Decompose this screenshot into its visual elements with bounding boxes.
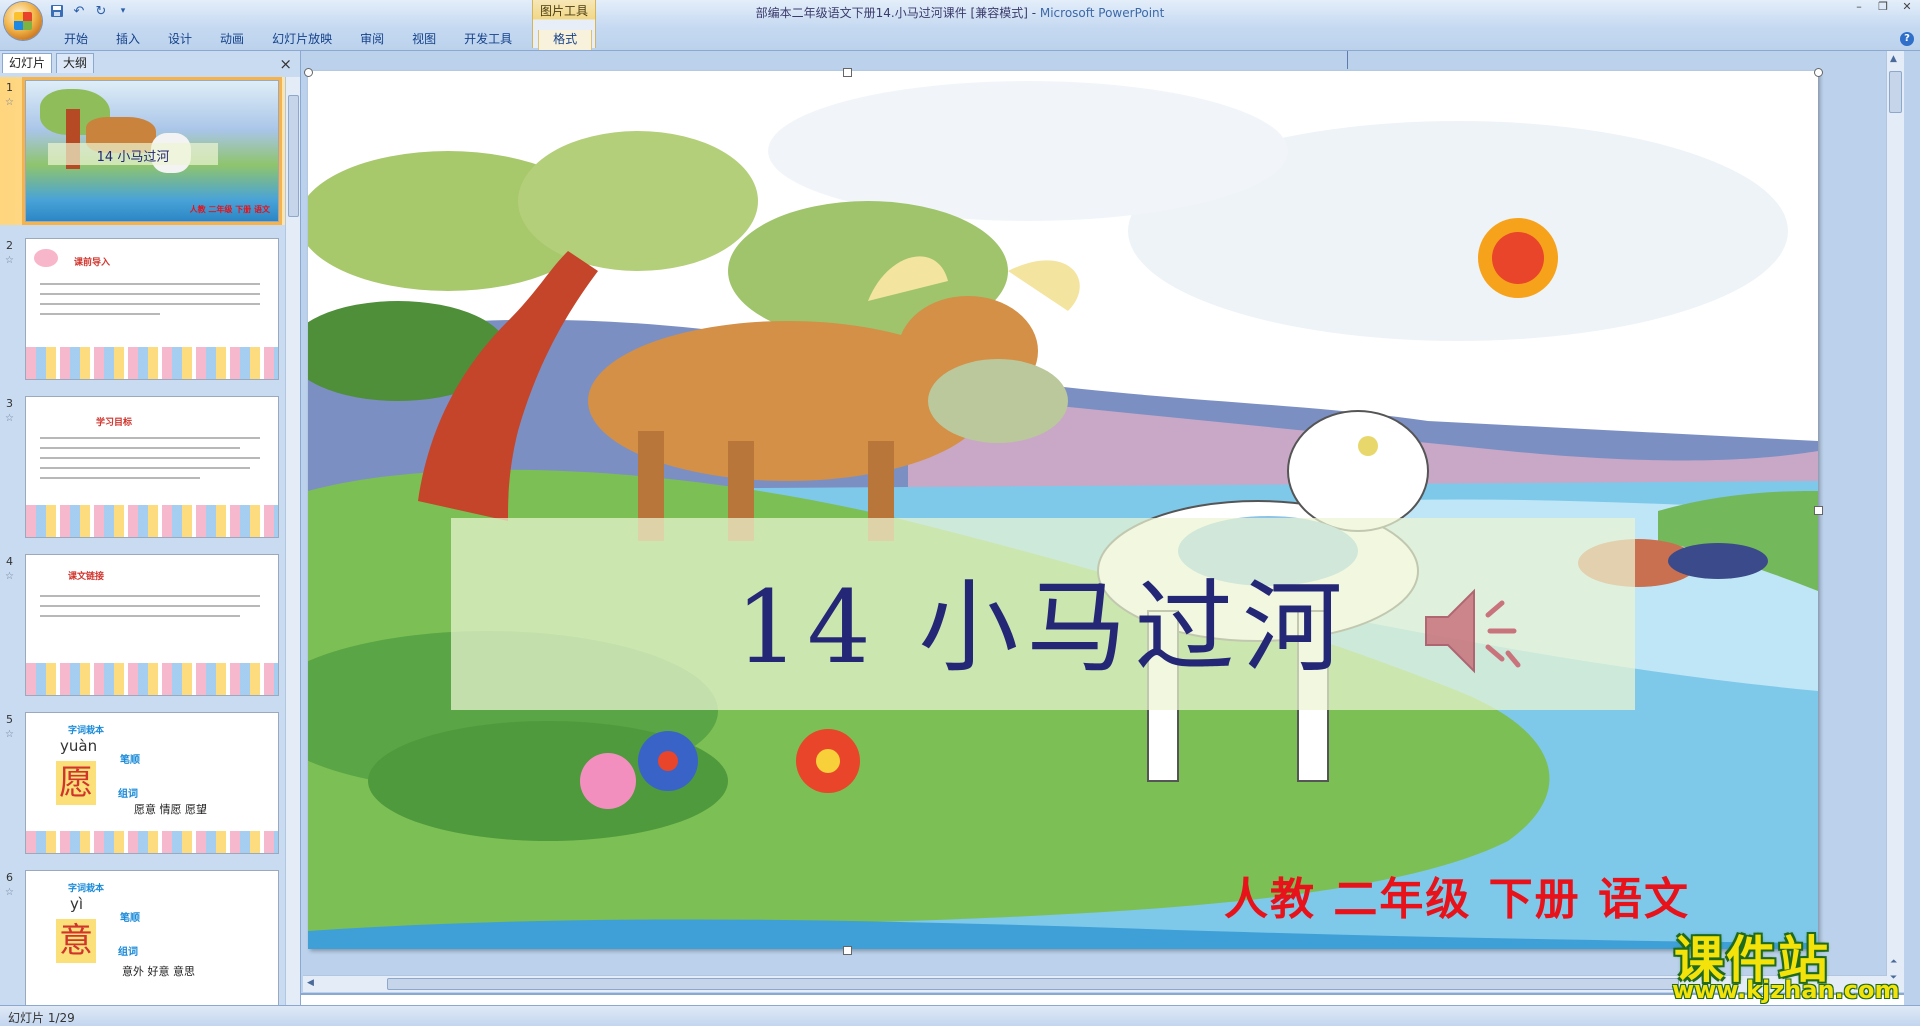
thumb-title: 字词栽本: [68, 884, 105, 894]
slide-canvas[interactable]: 14 小马过河 人教 二年级 下册 语文: [308, 71, 1818, 949]
document-title: 部编本二年级语文下册14.小马过河课件 [兼容模式] -: [755, 6, 1040, 20]
thumb-title: 学习目标: [96, 418, 133, 428]
slide-background-illustration[interactable]: [308, 71, 1818, 949]
slide-thumbnail-3[interactable]: 3 ☆ 学习目标: [0, 393, 285, 541]
tab-view[interactable]: 视图: [398, 30, 450, 50]
thumb-preview: 14 小马过河 人教 二年级 下册 语文: [25, 80, 279, 222]
resize-handle[interactable]: [304, 68, 313, 77]
resize-handle[interactable]: [843, 68, 852, 77]
slide-thumbnail-6[interactable]: 6 ☆ 字词栽本 yì 意 笔顺 组词 意外 好意 意思: [0, 867, 285, 1005]
resize-handle[interactable]: [1814, 68, 1823, 77]
slide-subtitle[interactable]: 人教 二年级 下册 语文: [1224, 863, 1690, 927]
tab-developer[interactable]: 开发工具: [450, 30, 526, 50]
transition-star-icon: ☆: [5, 887, 14, 898]
slides-pane: 幻灯片 大纲 × 1 ☆ 14 小马过河 人教 二年级 下册 语文 2 ☆ 课前…: [0, 51, 301, 1005]
slide-counter: 幻灯片 1/29: [8, 1011, 75, 1025]
slide-edit-area: 14 小马过河 人教 二年级 下册 语文 ▲ ⏶ ⏷ ◀: [301, 51, 1904, 992]
thumb-pinyin: yì: [70, 895, 84, 913]
slide-thumbnail-5[interactable]: 5 ☆ 字词栽本 yuàn 愿 笔顺 组词 愿意 情愿 愿望: [0, 709, 285, 857]
transition-star-icon: ☆: [5, 729, 14, 740]
tab-slideshow[interactable]: 幻灯片放映: [258, 30, 346, 50]
window-title: 部编本二年级语文下册14.小马过河课件 [兼容模式] - Microsoft P…: [0, 4, 1920, 21]
thumb-number: 2: [6, 239, 13, 252]
resize-handle[interactable]: [1814, 506, 1823, 515]
scroll-left-icon[interactable]: ◀: [307, 978, 314, 988]
thumb-preview: 字词栽本 yuàn 愿 笔顺 组词 愿意 情愿 愿望: [25, 712, 279, 854]
close-pane-icon[interactable]: ×: [279, 55, 292, 73]
slide-vertical-scrollbar[interactable]: ▲ ⏶ ⏷: [1886, 51, 1904, 992]
scroll-thumb[interactable]: [387, 978, 1679, 990]
transition-star-icon: ☆: [5, 97, 14, 108]
thumb-title: 字词栽本: [68, 726, 105, 736]
close-icon[interactable]: ✕: [1898, 0, 1916, 14]
thumbnail-scrollbar[interactable]: [285, 77, 300, 1005]
slide-horizontal-scrollbar[interactable]: ◀: [303, 975, 1887, 992]
restore-icon[interactable]: ❐: [1874, 0, 1892, 14]
tab-review[interactable]: 审阅: [346, 30, 398, 50]
thumb-number: 3: [6, 397, 13, 410]
tab-outline[interactable]: 大纲: [56, 53, 95, 73]
tab-slides[interactable]: 幻灯片: [2, 53, 53, 73]
watermark-logo: 课件站 www.kjzhan.com: [1668, 920, 1900, 1005]
thumb-subtitle: 人教 二年级 下册 语文: [189, 205, 270, 214]
tab-design[interactable]: 设计: [154, 30, 206, 50]
thumb-preview: 学习目标: [25, 396, 279, 538]
thumb-number: 1: [6, 81, 13, 94]
thumb-words-label: 组词: [118, 947, 138, 958]
resize-handle[interactable]: [843, 946, 852, 955]
transition-star-icon: ☆: [5, 571, 14, 582]
scroll-up-icon[interactable]: ▲: [1890, 54, 1897, 64]
tab-insert[interactable]: 插入: [102, 30, 154, 50]
thumb-preview: 课文链接: [25, 554, 279, 696]
thumb-preview: 课前导入: [25, 238, 279, 380]
tab-home[interactable]: 开始: [50, 30, 102, 50]
thumb-words-label: 组词: [118, 789, 138, 800]
thumb-character: 意: [56, 919, 96, 963]
watermark-url: www.kjzhan.com: [1672, 976, 1900, 1004]
tab-animations[interactable]: 动画: [206, 30, 258, 50]
thumb-stroke-label: 笔顺: [120, 913, 140, 924]
tab-format[interactable]: 格式: [538, 30, 593, 50]
thumbnail-list: 1 ☆ 14 小马过河 人教 二年级 下册 语文 2 ☆ 课前导入 3 ☆ 学习…: [0, 77, 285, 1005]
transition-star-icon: ☆: [5, 255, 14, 266]
thumb-preview: 字词栽本 yì 意 笔顺 组词 意外 好意 意思: [25, 870, 279, 1005]
thumb-title: 课文链接: [68, 572, 105, 582]
thumb-title: 课前导入: [74, 258, 111, 268]
minimize-icon[interactable]: –: [1850, 0, 1868, 14]
slide-thumbnail-1[interactable]: 1 ☆ 14 小马过河 人教 二年级 下册 语文: [0, 77, 285, 225]
app-name: Microsoft PowerPoint: [1039, 6, 1165, 20]
thumb-number: 5: [6, 713, 13, 726]
thumb-stroke-label: 笔顺: [120, 755, 140, 766]
status-bar: 幻灯片 1/29: [0, 1005, 1920, 1026]
thumb-character: 愿: [56, 761, 96, 805]
speaker-icon[interactable]: [1418, 581, 1538, 681]
thumb-number: 6: [6, 871, 13, 884]
help-icon[interactable]: ?: [1900, 32, 1914, 46]
slide-thumbnail-4[interactable]: 4 ☆ 课文链接: [0, 551, 285, 699]
thumb-pinyin: yuàn: [60, 737, 98, 755]
ribbon-tabs: 开始 插入 设计 动画 幻灯片放映 审阅 视图 开发工具 格式: [50, 30, 593, 50]
title-bar: ↶ ↻ ▾ 图片工具 部编本二年级语文下册14.小马过河课件 [兼容模式] - …: [0, 0, 1920, 51]
rotate-handle-line: [1347, 51, 1348, 69]
scroll-thumb[interactable]: [288, 95, 299, 217]
scroll-thumb[interactable]: [1889, 71, 1902, 113]
transition-star-icon: ☆: [5, 413, 14, 424]
thumb-title: 14 小马过河: [96, 150, 170, 165]
slide-thumbnail-2[interactable]: 2 ☆ 课前导入: [0, 235, 285, 383]
thumb-words: 愿意 情愿 愿望: [134, 803, 207, 816]
thumb-number: 4: [6, 555, 13, 568]
thumb-words: 意外 好意 意思: [122, 965, 195, 978]
pane-tabs: 幻灯片 大纲 ×: [2, 53, 298, 74]
window-controls: – ❐ ✕: [1850, 0, 1916, 14]
